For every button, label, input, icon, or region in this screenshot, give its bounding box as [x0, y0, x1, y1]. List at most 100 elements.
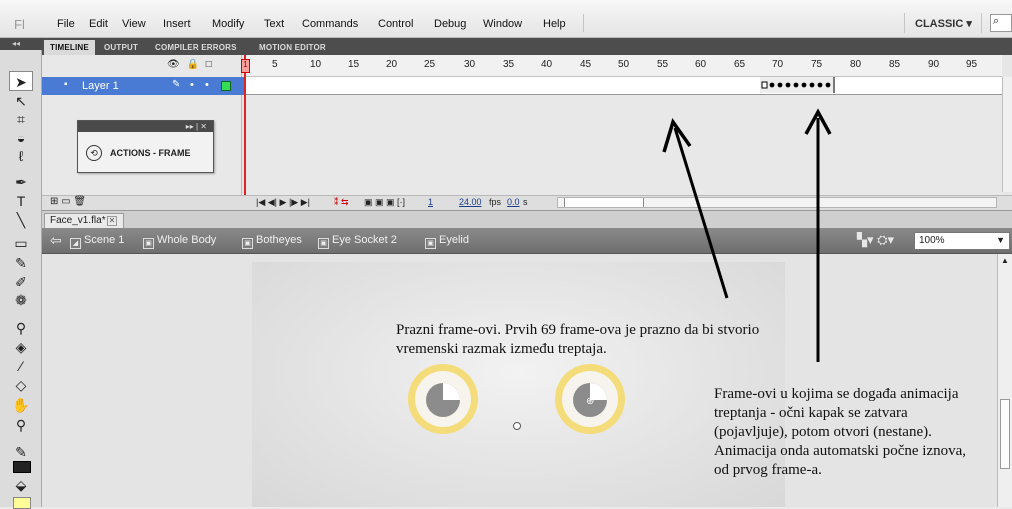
frame-number: 25	[424, 59, 436, 70]
lock-icon[interactable]: 🔒	[186, 59, 198, 70]
menu-commands[interactable]: Commands	[302, 18, 358, 30]
zoom-tool-icon[interactable]: ⚲	[9, 415, 33, 435]
free-transform-icon[interactable]: ⌗	[9, 109, 33, 129]
lasso-icon[interactable]: ℓ	[9, 146, 33, 166]
lock-dot[interactable]: •	[205, 79, 209, 91]
menu-control[interactable]: Control	[378, 18, 413, 30]
fps-readout[interactable]: 24.00	[459, 197, 482, 207]
subselection-tool-icon[interactable]: ↖	[9, 91, 33, 111]
fps-unit: fps	[489, 197, 502, 207]
pencil-tool-icon[interactable]: ✎	[9, 253, 33, 273]
eraser-icon[interactable]: ◇	[9, 375, 33, 395]
frame-number: 5	[272, 59, 278, 70]
3d-rotation-icon[interactable]: ◒	[9, 128, 33, 148]
stage-vertical-scrollbar[interactable]: ▲	[997, 254, 1012, 507]
layer-row[interactable]: ▪ Layer 1 ✎ • •	[42, 77, 244, 95]
scroll-up-icon[interactable]: ▲	[1001, 256, 1009, 265]
annotation-empty-frames: Prazni frame-ovi. Prvih 69 frame-ova je …	[396, 322, 760, 357]
stroke-color-icon[interactable]: ✎	[9, 442, 33, 462]
frame-number: 40	[541, 59, 553, 70]
fill-color-icon[interactable]: ⬙	[9, 475, 33, 495]
frame-number: 85	[889, 59, 901, 70]
canvas[interactable]	[252, 262, 785, 507]
menu-file[interactable]: File	[57, 18, 75, 30]
tab-output[interactable]: OUTPUT	[98, 40, 144, 55]
menu-view[interactable]: View	[122, 18, 146, 30]
symbol-icon: ▣	[425, 238, 436, 249]
menu-help[interactable]: Help	[543, 18, 566, 30]
layer-header-icons: 👁 🔒 □	[167, 59, 212, 70]
animation-keyframes[interactable]	[760, 77, 835, 93]
hand-tool-icon[interactable]: ✋	[9, 395, 33, 415]
breadcrumb-eyelid[interactable]: ▣ Eyelid	[425, 234, 469, 249]
annotation-animation-frames: Frame-ovi u kojima se događa animacija t…	[714, 386, 967, 478]
document-name: Face_v1.fla*	[50, 215, 106, 226]
layer-name[interactable]: Layer 1	[82, 80, 119, 92]
layer-frame-strip[interactable]	[244, 77, 1002, 95]
menu-edit[interactable]: Edit	[89, 18, 108, 30]
layer-color-box[interactable]	[221, 81, 231, 91]
document-tab-bar: Face_v1.fla* ✕	[42, 210, 1012, 229]
tab-timeline[interactable]: TIMELINE	[44, 40, 95, 55]
edit-bar: ⇦ ◢ Scene 1 ▣ Whole Body ▣ Botheyes ▣ Eye So…	[42, 228, 1012, 254]
frames-area: 5 10 15 20 25 30 35 40 45 50 55 60 65 70…	[241, 55, 1002, 265]
actions-frame-panel[interactable]: ▸▸ | ✕ ⟲ ACTIONS - FRAME	[77, 120, 214, 173]
scroll-thumb[interactable]	[1000, 399, 1010, 469]
edit-multiple-frames-icon[interactable]: ▣ ▣ ▣ [·]	[364, 197, 405, 208]
frame-number: 95	[966, 59, 978, 70]
menu-insert[interactable]: Insert	[163, 18, 191, 30]
onion-skin-icon[interactable]: ⁑ ⇆	[334, 197, 349, 208]
current-frame-marker[interactable]: 1	[241, 59, 250, 73]
edit-scene-icon[interactable]: ▚▾ ⛭▾	[857, 232, 894, 248]
document-tab[interactable]: Face_v1.fla* ✕	[44, 213, 124, 229]
line-tool-icon[interactable]: ╲	[9, 210, 33, 230]
workspace-switcher[interactable]: CLASSIC ▾	[904, 13, 982, 33]
new-layer-icon[interactable]: ⊞ ▭ 🗑	[50, 196, 86, 207]
frame-number: 20	[386, 59, 398, 70]
rectangle-tool-icon[interactable]: ▭	[9, 233, 33, 253]
menu-debug[interactable]: Debug	[434, 18, 466, 30]
menu-bar: Fl File Edit View Insert Modify Text Com…	[0, 0, 1012, 38]
search-icon[interactable]: ⌕	[990, 14, 1012, 32]
outline-icon[interactable]: □	[206, 59, 212, 70]
tab-compiler-errors[interactable]: COMPILER ERRORS	[149, 40, 243, 55]
brush-tool-icon[interactable]: ✐	[9, 272, 33, 292]
menu-modify[interactable]: Modify	[212, 18, 244, 30]
actions-label[interactable]: ACTIONS - FRAME	[110, 148, 191, 158]
timeline-vertical-scrollbar[interactable]	[1002, 77, 1012, 192]
fill-color-swatch[interactable]	[13, 497, 31, 509]
paint-bucket-icon[interactable]: ◈	[9, 337, 33, 357]
breadcrumb-scene[interactable]: ◢ Scene 1	[70, 234, 124, 249]
time-unit: s	[523, 197, 528, 207]
zoom-dropdown[interactable]: 100% ▼	[914, 232, 1010, 250]
breadcrumb-botheyes[interactable]: ▣ Botheyes	[242, 234, 302, 249]
menu-window[interactable]: Window	[483, 18, 522, 30]
eye-icon[interactable]: 👁	[167, 59, 180, 70]
tab-motion-editor[interactable]: MOTION EDITOR	[253, 40, 332, 55]
zoom-value: 100%	[919, 235, 945, 246]
playback-controls[interactable]: |◀ ◀| ▶ |▶ ▶|	[256, 197, 310, 208]
eyedropper-icon[interactable]: ⁄	[9, 356, 33, 376]
close-icon[interactable]: ✕	[107, 216, 117, 226]
pen-tool-icon[interactable]: ✒	[9, 172, 33, 192]
visibility-dot[interactable]: •	[190, 79, 194, 91]
text-tool-icon[interactable]: T	[9, 191, 33, 211]
time-readout[interactable]: 0.0	[507, 197, 520, 207]
frame-number: 15	[348, 59, 360, 70]
back-arrow-icon[interactable]: ⇦	[50, 232, 62, 249]
frame-ruler[interactable]: 5 10 15 20 25 30 35 40 45 50 55 60 65 70…	[244, 55, 1002, 77]
panel-titlebar[interactable]: ▸▸ | ✕	[78, 121, 213, 132]
breadcrumb-eye-socket[interactable]: ▣ Eye Socket 2	[318, 234, 397, 249]
breadcrumb-whole-body[interactable]: ▣ Whole Body	[143, 234, 216, 249]
collapse-icon[interactable]: ◂◂	[0, 38, 42, 50]
deco-tool-icon[interactable]: ❁	[9, 290, 33, 310]
timeline-horizontal-scrollbar[interactable]	[557, 197, 997, 208]
menu-text[interactable]: Text	[264, 18, 284, 30]
selection-tool-icon[interactable]: ➤	[9, 71, 33, 91]
stroke-color-swatch[interactable]	[13, 461, 31, 473]
bone-tool-icon[interactable]: ⚲	[9, 318, 33, 338]
scroll-thumb[interactable]	[564, 198, 644, 207]
current-frame-readout[interactable]: 1	[428, 197, 433, 207]
layer-icon: ▪	[64, 79, 68, 90]
frame-number: 80	[850, 59, 862, 70]
